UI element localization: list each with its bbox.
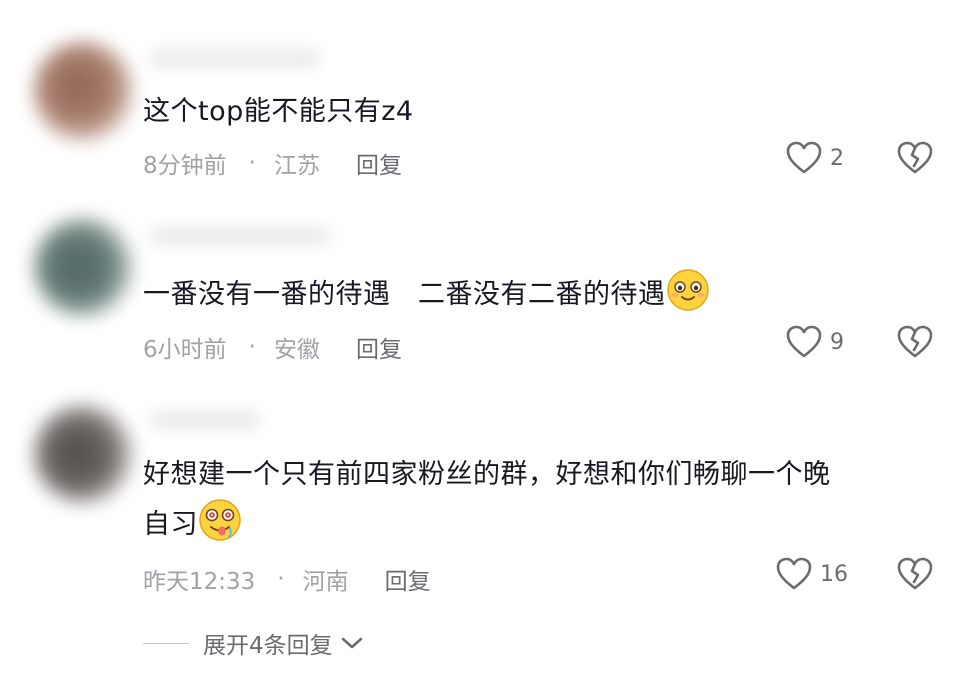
avatar[interactable] [34, 405, 132, 503]
broken-heart-icon [897, 557, 933, 590]
heart-outline-icon [786, 325, 822, 358]
like-count: 9 [830, 329, 844, 355]
comment-text-line2: 自习 [143, 509, 198, 540]
dislike-button[interactable] [897, 325, 933, 363]
smiling-face-emoji [666, 269, 709, 311]
comment-text: 好想建一个只有前四家粉丝的群，好想和你们畅聊一个晚 自习 [143, 451, 933, 548]
comment-text: 这个top能不能只有z4 [143, 96, 414, 127]
reply-button[interactable]: 回复 [385, 562, 431, 596]
like-button[interactable]: 9 [786, 325, 844, 359]
comment-location: 江苏 [273, 153, 320, 179]
comment-time: 8分钟前 [143, 153, 227, 179]
like-button[interactable]: 2 [786, 141, 844, 175]
comment-location: 安徽 [273, 337, 320, 363]
avatar[interactable] [34, 218, 132, 316]
expand-replies-button[interactable]: 展开4条回复 [143, 626, 365, 660]
dislike-button[interactable] [897, 141, 933, 179]
divider [143, 642, 189, 644]
chevron-down-icon [341, 637, 362, 649]
heart-outline-icon [786, 141, 822, 174]
comment-meta: 6小时前 · 安徽 回复 [143, 330, 402, 364]
username-blurred[interactable] [150, 410, 260, 430]
comment-meta: 8分钟前 · 江苏 回复 [143, 146, 402, 180]
comment-text: 一番没有一番的待遇 二番没有二番的待遇 [143, 268, 710, 318]
expand-replies-label: 展开4条回复 [203, 633, 333, 659]
meta-separator: · [248, 150, 256, 176]
like-count: 16 [820, 561, 848, 587]
avatar[interactable] [34, 42, 132, 140]
like-count: 2 [830, 145, 844, 171]
like-button[interactable]: 16 [776, 557, 848, 591]
broken-heart-icon [897, 141, 933, 174]
broken-heart-icon [897, 325, 933, 358]
comment-meta: 昨天12:33 · 河南 回复 [143, 562, 431, 596]
comment-location: 河南 [302, 569, 349, 595]
meta-separator: · [277, 566, 285, 592]
meta-separator: · [248, 334, 256, 360]
heart-outline-icon [776, 557, 812, 590]
comment-time: 6小时前 [143, 337, 227, 363]
username-blurred[interactable] [150, 226, 330, 246]
drooling-face-emoji [199, 499, 241, 541]
reply-button[interactable]: 回复 [356, 146, 402, 180]
comment-time: 昨天12:33 [143, 569, 256, 595]
dislike-button[interactable] [897, 557, 933, 595]
comment-text-body: 一番没有一番的待遇 二番没有二番的待遇 [143, 279, 666, 310]
comment-text-line: 好想建一个只有前四家粉丝的群，好想和你们畅聊一个晚 [143, 459, 831, 490]
comment-text-line: 自习 [143, 498, 933, 548]
username-blurred[interactable] [150, 48, 320, 68]
reply-button[interactable]: 回复 [356, 330, 402, 364]
